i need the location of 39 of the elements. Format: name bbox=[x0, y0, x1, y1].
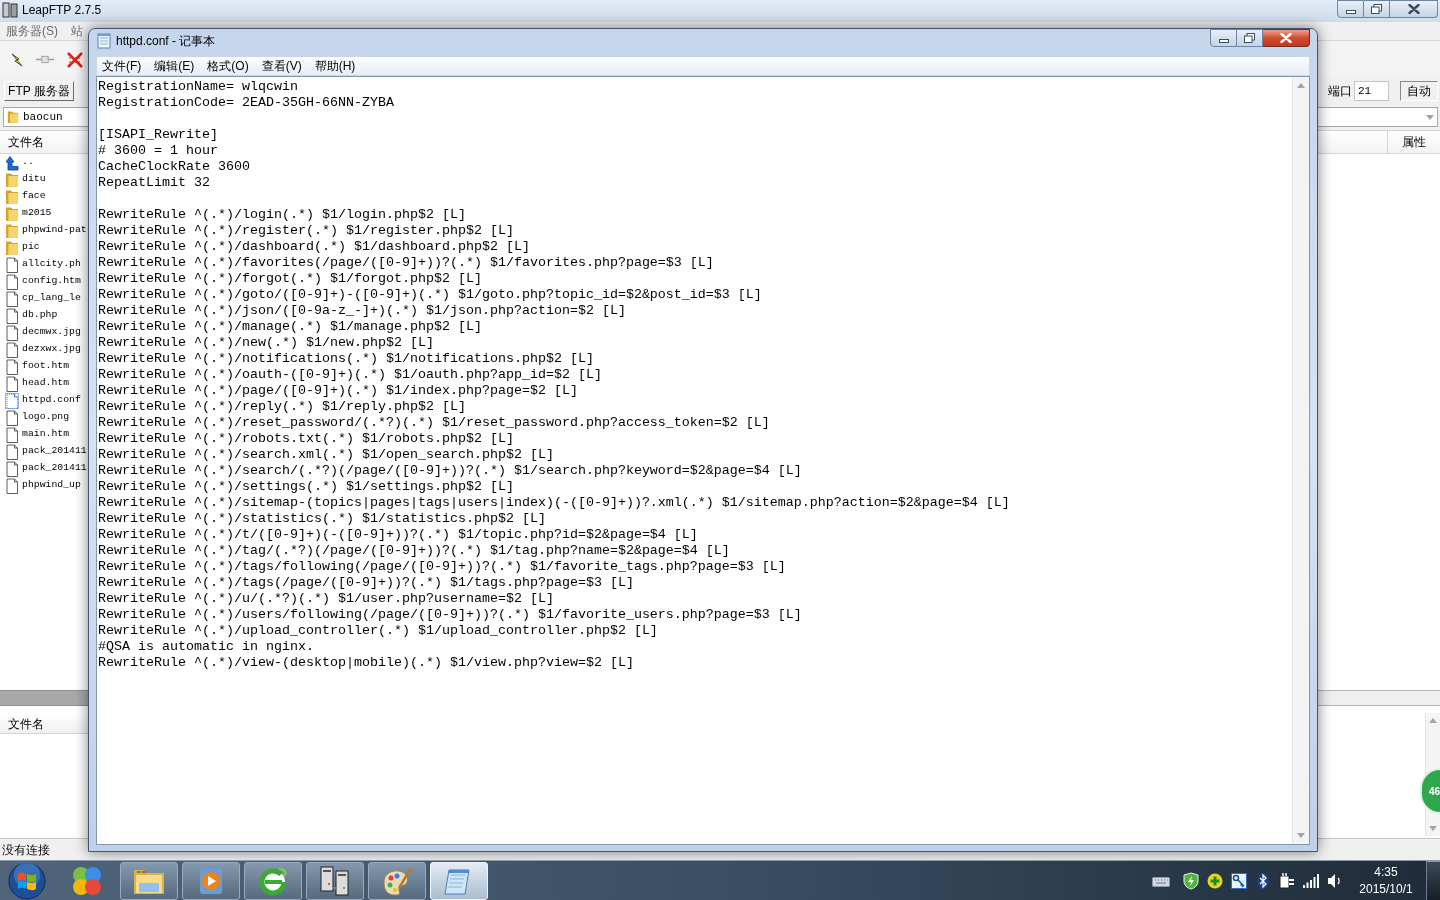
text-line: RewriteRule ^(.*)/settings(.*) $1/settings.php$2 [L] bbox=[98, 479, 515, 495]
text-line: RewriteRule ^(.*)/dashboard(.*) $1/dashboard.php$2 [L] bbox=[98, 239, 531, 255]
text-line: RewriteRule ^(.*)/tags(/page/([0-9]+))?(.*) $1/tags.php?page=$3 [L] bbox=[98, 575, 635, 591]
text-line: RewriteRule ^(.*)/reply(.*) $1/reply.php$2 [L] bbox=[98, 399, 467, 415]
text-line: RewriteRule ^(.*)/oauth-([0-9]+)(.*) $1/oauth.php?app_id=$2 [L] bbox=[98, 367, 603, 383]
text-line: RewriteRule ^(.*)/statistics(.*) $1/statistics.php$2 [L] bbox=[98, 511, 547, 527]
text-line: RewriteRule ^(.*)/reset_password/(.*?)(.*) $1/reset_password.php?access_token=$2 [L] bbox=[98, 415, 771, 431]
text-line: RepeatLimit 32 bbox=[98, 175, 211, 191]
text-line: RewriteRule ^(.*)/search.xml(.*) $1/open_search.php$2 [L] bbox=[98, 447, 555, 463]
text-line: RewriteRule ^(.*)/sitemap-(topics|pages|tags|users|index)(-([0-9]+))?.xml(.*) $1/sitemap.php?action=$2&page=$4 [L] bbox=[98, 495, 1011, 511]
text-line: RewriteRule ^(.*)/json/([0-9a-z_-]+)(.*) $1/json.php?action=$2 [L] bbox=[98, 303, 627, 319]
text-line: RewriteRule ^(.*)/manage(.*) $1/manage.php$2 [L] bbox=[98, 319, 483, 335]
text-line: [ISAPI_Rewrite] bbox=[98, 127, 219, 143]
window-title: LeapFTP 2.7.5 bbox=[22, 2, 102, 19]
text-line: RewriteRule ^(.*)/login(.*) $1/login.php$2 [L] bbox=[98, 207, 467, 223]
text-line: RewriteRule ^(.*)/new(.*) $1/new.php$2 [L] bbox=[98, 335, 435, 351]
text-line: RewriteRule ^(.*)/robots.txt(.*) $1/robots.php$2 [L] bbox=[98, 431, 515, 447]
text-line: RewriteRule ^(.*)/search/(.*?)(/page/([0-9]+))?(.*) $1/search.php?keyword=$2&page=$4 [L] bbox=[98, 463, 803, 479]
text-line: CacheClockRate 3600 bbox=[98, 159, 251, 175]
window-title: httpd.conf - 记事本 bbox=[116, 33, 216, 50]
text-line: RewriteRule ^(.*)/forgot(.*) $1/forgot.php$2 [L] bbox=[98, 271, 483, 287]
text-line: #QSA is automatic in nginx. bbox=[98, 639, 315, 655]
text-line: # 3600 = 1 hour bbox=[98, 143, 219, 159]
text-line: RewriteRule ^(.*)/favorites(/page/([0-9]+))?(.*) $1/favorites.php?page=$3 [L] bbox=[98, 255, 715, 271]
text-line: RewriteRule ^(.*)/tag/(.*?)(/page/([0-9]+))?(.*) $1/tag.php?name=$2&page=$4 [L] bbox=[98, 543, 731, 559]
text-line: RewriteRule ^(.*)/u/(.*?)(.*) $1/user.php?username=$2 [L] bbox=[98, 591, 555, 607]
text-line: RewriteRule ^(.*)/t/([0-9]+)(-([0-9]+))?(.*) $1/topic.php?id=$2&page=$4 [L] bbox=[98, 527, 699, 543]
text-line: RewriteRule ^(.*)/upload_controller(.*) $1/upload_controller.php$2 [L] bbox=[98, 623, 659, 639]
status-text: 没有连接 bbox=[2, 841, 50, 859]
text-line: RewriteRule ^(.*)/view-(desktop|mobile)(.*) $1/view.php?view=$2 [L] bbox=[98, 655, 635, 671]
text-line: RewriteRule ^(.*)/goto/([0-9]+)-([0-9]+)(.*) $1/goto.php?topic_id=$2&post_id=$3 [L] bbox=[98, 287, 763, 303]
text-line: RewriteRule ^(.*)/page/([0-9]+)(.*) $1/index.php?page=$2 [L] bbox=[98, 383, 579, 399]
port-label: 端口 bbox=[1328, 83, 1352, 100]
text-line: RewriteRule ^(.*)/register(.*) $1/register.php$2 [L] bbox=[98, 223, 515, 239]
text-line: RegistrationCode= 2EAD-35GH-66NN-ZYBA bbox=[98, 95, 395, 111]
text-line: RegistrationName= wlqcwin bbox=[98, 79, 299, 95]
text-line: RewriteRule ^(.*)/users/following(/page/([0-9]+))?(.*) $1/favorite_users.php?page=$3 [L] bbox=[98, 607, 803, 623]
text-line: RewriteRule ^(.*)/notifications(.*) $1/notifications.php$2 [L] bbox=[98, 351, 595, 367]
text-line: RewriteRule ^(.*)/tags/following(/page/([0-9]+))?(.*) $1/favorite_tags.php?page=$3 [L] bbox=[98, 559, 787, 575]
